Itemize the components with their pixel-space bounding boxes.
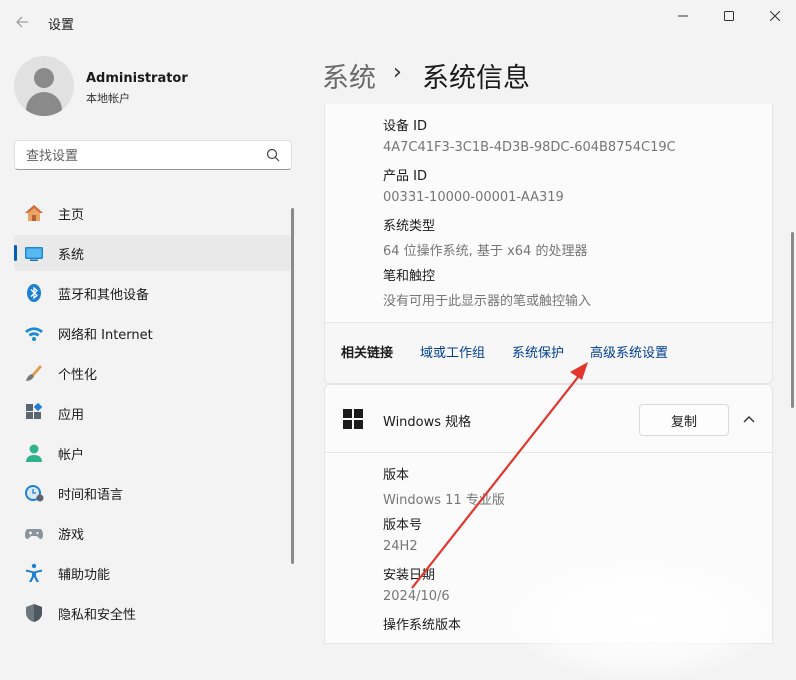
account-icon [26,444,42,462]
sidebar-item-label: 辅助功能 [58,568,111,583]
sidebar-item-label: 隐私和安全性 [58,608,137,623]
minimize-icon [678,15,688,17]
sidebar-item-network[interactable]: 网络和 Internet [14,315,292,351]
chevron-up-icon[interactable] [739,409,759,429]
windows-specs-card: Windows 规格 复制 版本 Windows 11 专业版 版本号 24H2… [324,384,773,644]
spec-value: 24H2 [383,539,418,554]
breadcrumb-parent[interactable]: 系统 [322,56,376,95]
sidebar-item-label: 游戏 [58,528,85,543]
home-icon [25,205,43,221]
search-box[interactable] [14,140,292,170]
link-advanced-system-settings[interactable]: 高级系统设置 [590,342,668,361]
user-name: Administrator [86,71,188,86]
sidebar-item-label: 应用 [58,408,85,423]
spec-label: 版本 [383,468,410,483]
copy-button[interactable]: 复制 [639,404,729,436]
sidebar-item-label: 网络和 Internet [58,328,153,343]
spec-label: 操作系统版本 [383,618,462,633]
avatar-body [26,92,62,116]
sidebar-item-label: 帐户 [58,448,85,463]
spec-label: 笔和触控 [383,269,436,284]
spec-value: 没有可用于此显示器的笔或触控输入 [383,294,592,309]
link-system-protection[interactable]: 系统保护 [512,342,564,361]
page-title: 系统信息 [422,63,530,94]
sidebar-item-system[interactable]: 系统 [14,235,292,271]
sidebar-item-personalization[interactable]: 个性化 [14,355,292,391]
close-button[interactable] [752,4,796,28]
spec-value: Windows 11 专业版 [383,493,505,508]
bluetooth-icon [27,284,41,302]
spec-value: 64 位操作系统, 基于 x64 的处理器 [383,244,588,259]
title-bar: 设置 [0,0,796,44]
avatar-head [34,68,54,88]
breadcrumb-separator: › [393,60,402,85]
sidebar-item-apps[interactable]: 应用 [14,395,292,431]
spec-label: 版本号 [383,518,423,533]
sidebar-item-accessibility[interactable]: 辅助功能 [14,555,292,591]
sidebar-item-privacy[interactable]: 隐私和安全性 [14,595,292,631]
sidebar-item-label: 时间和语言 [58,488,124,503]
spec-label: 设备 ID [383,119,427,134]
spec-label: 产品 ID [383,169,427,184]
sidebar-item-label: 蓝牙和其他设备 [58,288,150,303]
spec-value: 2024/10/6 [383,589,450,604]
sidebar-item-bluetooth[interactable]: 蓝牙和其他设备 [14,275,292,311]
search-input[interactable] [24,146,258,166]
brush-icon [26,365,42,381]
minimize-button[interactable] [660,4,706,28]
related-links-title: 相关链接 [341,346,394,361]
spec-label: 系统类型 [383,219,436,234]
sidebar-item-home[interactable]: 主页 [14,195,292,231]
sidebar-scrollbar[interactable] [291,208,294,564]
sidebar-item-label: 系统 [58,248,85,263]
account-type: 本地帐户 [86,92,130,105]
search-icon[interactable] [265,147,281,163]
link-domain-workgroup[interactable]: 域或工作组 [420,342,485,361]
windows-logo-icon [343,409,363,429]
sidebar-item-label: 个性化 [58,368,98,383]
sidebar-item-time-language[interactable]: 时间和语言 [14,475,292,511]
main-scrollbar[interactable] [791,232,794,408]
back-button[interactable] [10,10,34,34]
gamepad-icon [25,529,43,539]
app-title: 设置 [48,18,75,33]
spec-label: 安装日期 [383,568,436,583]
back-arrow-icon [16,16,28,28]
apps-icon [26,403,43,419]
system-display-icon [25,247,43,261]
maximize-icon [724,11,734,21]
sidebar-item-label: 主页 [58,208,85,223]
windows-specs-title: Windows 规格 [383,415,472,430]
close-icon [770,11,780,21]
related-links-bar: 相关链接 域或工作组 系统保护 高级系统设置 [325,322,772,383]
sidebar-item-accounts[interactable]: 帐户 [14,435,292,471]
sidebar-item-gaming[interactable]: 游戏 [14,515,292,551]
accessibility-icon [26,563,42,582]
maximize-button[interactable] [706,4,752,28]
wifi-icon [25,327,43,341]
spec-value: 00331-10000-00001-AA319 [383,190,564,205]
device-specs-card: 设备 ID 4A7C41F3-3C1B-4D3B-98DC-604B8754C1… [324,104,773,384]
time-language-icon [25,485,44,502]
avatar[interactable] [14,56,74,116]
shield-icon [26,604,42,622]
windows-specs-header[interactable]: Windows 规格 复制 [325,385,772,453]
spec-value: 4A7C41F3-3C1B-4D3B-98DC-604B8754C19C [383,140,676,155]
